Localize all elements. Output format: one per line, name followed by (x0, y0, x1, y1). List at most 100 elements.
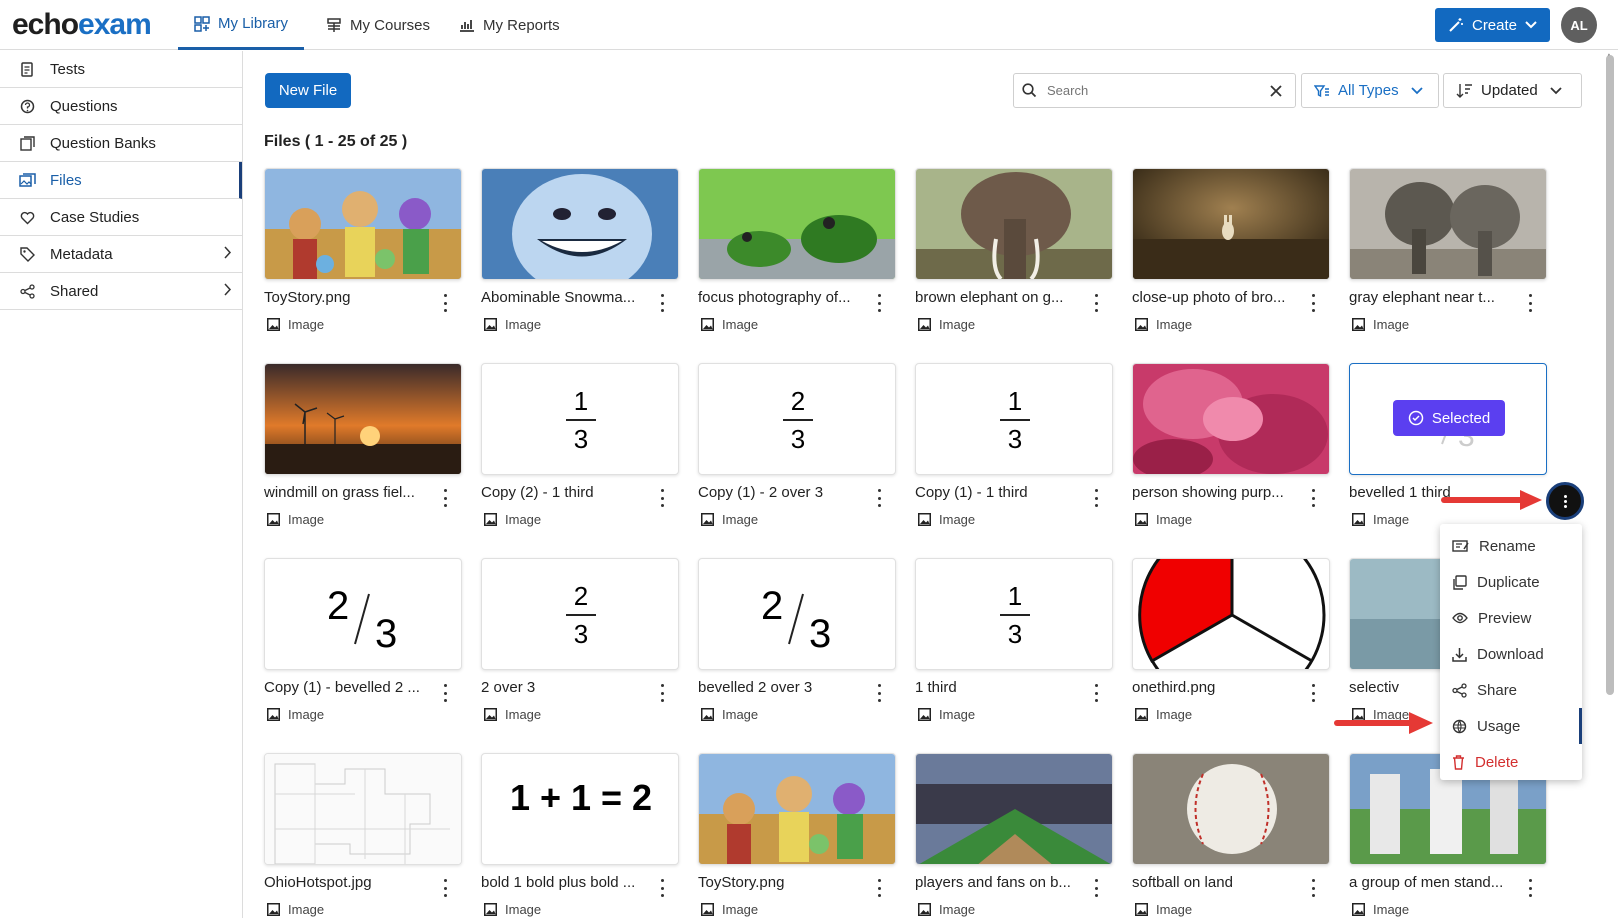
file-thumbnail[interactable]: 13 (481, 363, 679, 475)
type-filter-dropdown[interactable]: All Types (1301, 73, 1439, 108)
tab-my-library[interactable]: My Library (178, 0, 305, 50)
sidebar-item-questions[interactable]: Questions (0, 88, 242, 125)
more-options-icon[interactable] (873, 294, 885, 312)
file-name[interactable]: gray elephant near t... (1349, 289, 1519, 306)
file-name[interactable]: 1 third (915, 679, 1085, 696)
file-card[interactable]: players and fans on b... Image (915, 753, 1113, 917)
file-thumbnail[interactable]: 13 Selected (1349, 363, 1547, 475)
file-thumbnail[interactable] (264, 168, 462, 280)
sidebar-item-files[interactable]: Files (0, 162, 242, 199)
file-thumbnail[interactable]: 23 (481, 558, 679, 670)
file-thumbnail[interactable] (264, 753, 462, 865)
more-options-icon[interactable] (1307, 879, 1319, 897)
file-thumbnail[interactable] (1132, 558, 1330, 670)
more-options-icon[interactable] (439, 294, 451, 312)
sidebar-item-shared[interactable]: Shared (0, 273, 242, 310)
file-thumbnail[interactable] (1132, 363, 1330, 475)
file-name[interactable]: a group of men stand... (1349, 874, 1519, 891)
file-name[interactable]: brown elephant on g... (915, 289, 1085, 306)
file-card[interactable]: ToyStory.png Image (264, 168, 462, 332)
search-input[interactable] (1047, 83, 1267, 98)
more-options-icon[interactable] (1090, 294, 1102, 312)
menu-item-share[interactable]: Share (1440, 672, 1582, 708)
file-name[interactable]: Abominable Snowma... (481, 289, 651, 306)
more-options-icon[interactable] (1524, 879, 1536, 897)
file-name[interactable]: players and fans on b... (915, 874, 1085, 891)
file-card[interactable]: windmill on grass fiel... Image (264, 363, 462, 527)
more-options-icon[interactable] (1307, 684, 1319, 702)
file-card[interactable]: close-up photo of bro... Image (1132, 168, 1330, 332)
more-options-icon[interactable] (1307, 489, 1319, 507)
file-thumbnail[interactable] (1132, 168, 1330, 280)
file-card[interactable]: ToyStory.png Image (698, 753, 896, 917)
file-card[interactable]: gray elephant near t... Image (1349, 168, 1547, 332)
file-thumbnail[interactable]: 1 + 1 = 2 (481, 753, 679, 865)
file-card[interactable]: 23 2 over 3 Image (481, 558, 679, 722)
file-card[interactable]: softball on land Image (1132, 753, 1330, 917)
create-button[interactable]: Create (1435, 8, 1550, 42)
more-options-icon[interactable] (439, 489, 451, 507)
file-thumbnail[interactable] (264, 363, 462, 475)
menu-item-delete[interactable]: Delete (1440, 744, 1582, 780)
file-card[interactable]: 13 Copy (2) - 1 third Image (481, 363, 679, 527)
file-thumbnail[interactable]: 13 (915, 363, 1113, 475)
more-options-icon[interactable] (1090, 879, 1102, 897)
avatar[interactable]: AL (1561, 7, 1597, 43)
file-thumbnail[interactable] (481, 168, 679, 280)
more-options-icon[interactable] (656, 879, 668, 897)
file-card[interactable]: Abominable Snowma... Image (481, 168, 679, 332)
vertical-scrollbar[interactable] (1606, 55, 1614, 695)
sidebar-item-question-banks[interactable]: Question Banks (0, 125, 242, 162)
file-name[interactable]: Copy (2) - 1 third (481, 484, 651, 501)
file-card[interactable]: 13 1 third Image (915, 558, 1113, 722)
file-name[interactable]: bold 1 bold plus bold ... (481, 874, 651, 891)
file-card[interactable]: 23 Copy (1) - bevelled 2 ... Image (264, 558, 462, 722)
more-options-icon[interactable] (1090, 684, 1102, 702)
file-name[interactable]: close-up photo of bro... (1132, 289, 1302, 306)
more-options-icon[interactable] (1524, 294, 1536, 312)
file-name[interactable]: OhioHotspot.jpg (264, 874, 434, 891)
file-name[interactable]: windmill on grass fiel... (264, 484, 434, 501)
more-options-icon[interactable] (656, 684, 668, 702)
more-options-icon[interactable] (1090, 489, 1102, 507)
file-card[interactable]: focus photography of... Image (698, 168, 896, 332)
file-name[interactable]: Copy (1) - 1 third (915, 484, 1085, 501)
more-options-button-active[interactable] (1546, 482, 1584, 520)
file-card-selected[interactable]: 13 Selected bevelled 1 third Image (1349, 363, 1547, 527)
file-name[interactable]: bevelled 2 over 3 (698, 679, 868, 696)
more-options-icon[interactable] (873, 489, 885, 507)
file-thumbnail[interactable] (1349, 168, 1547, 280)
selected-badge[interactable]: Selected (1393, 400, 1505, 436)
file-name[interactable]: ToyStory.png (698, 874, 868, 891)
menu-item-download[interactable]: Download (1440, 636, 1582, 672)
menu-item-rename[interactable]: Rename (1440, 528, 1582, 564)
menu-item-usage[interactable]: Usage (1440, 708, 1582, 744)
file-name[interactable]: person showing purp... (1132, 484, 1302, 501)
file-thumbnail[interactable] (1132, 753, 1330, 865)
file-card[interactable]: 1 + 1 = 2 bold 1 bold plus bold ... Imag… (481, 753, 679, 917)
close-icon[interactable] (1266, 81, 1286, 101)
file-card[interactable]: 23 bevelled 2 over 3 Image (698, 558, 896, 722)
more-options-icon[interactable] (656, 489, 668, 507)
more-options-icon[interactable] (439, 879, 451, 897)
menu-item-duplicate[interactable]: Duplicate (1440, 564, 1582, 600)
sidebar-item-metadata[interactable]: Metadata (0, 236, 242, 273)
file-card[interactable]: onethird.png Image (1132, 558, 1330, 722)
more-options-icon[interactable] (873, 879, 885, 897)
file-thumbnail[interactable] (915, 168, 1113, 280)
file-name[interactable]: Copy (1) - bevelled 2 ... (264, 679, 434, 696)
more-options-icon[interactable] (656, 294, 668, 312)
file-card[interactable]: 23 Copy (1) - 2 over 3 Image (698, 363, 896, 527)
file-thumbnail[interactable]: 23 (698, 558, 896, 670)
more-options-icon[interactable] (1307, 294, 1319, 312)
file-name[interactable]: ToyStory.png (264, 289, 434, 306)
file-name[interactable]: softball on land (1132, 874, 1302, 891)
file-card[interactable]: brown elephant on g... Image (915, 168, 1113, 332)
file-thumbnail[interactable]: 23 (698, 363, 896, 475)
tab-my-reports[interactable]: My Reports (443, 0, 576, 50)
menu-item-preview[interactable]: Preview (1440, 600, 1582, 636)
file-card[interactable]: OhioHotspot.jpg Image (264, 753, 462, 917)
file-thumbnail[interactable] (915, 753, 1113, 865)
echoexam-logo[interactable]: echoexam (12, 8, 152, 42)
file-thumbnail[interactable] (698, 168, 896, 280)
